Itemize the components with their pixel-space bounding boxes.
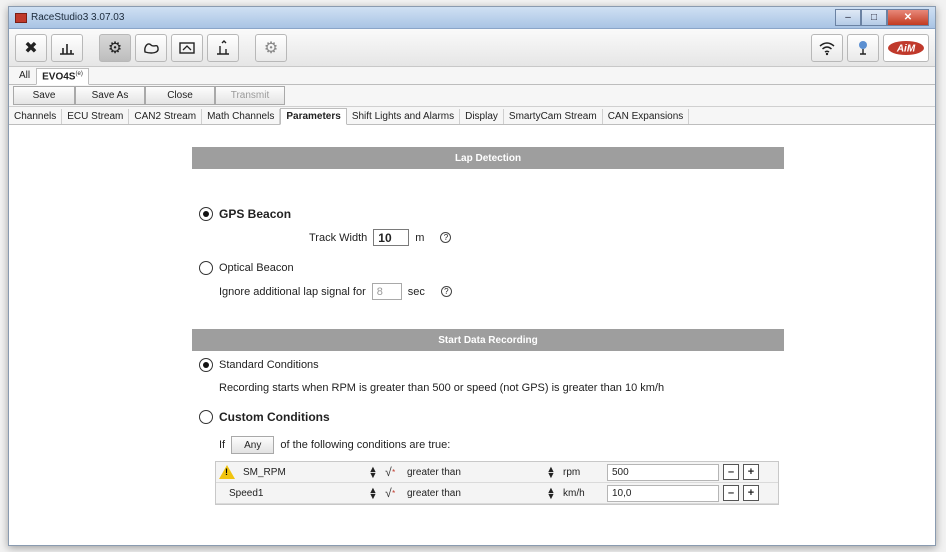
- tools-icon[interactable]: ✖: [15, 33, 47, 62]
- window-title: RaceStudio3 3.07.03: [31, 12, 125, 23]
- conditions-table: SM_RPM ▲▼ √* greater than ▲▼ rpm 500 – +…: [215, 461, 779, 505]
- close-button[interactable]: Close: [145, 86, 215, 105]
- parameters-content: Lap Detection GPS Beacon Track Width 10 …: [9, 129, 935, 545]
- ignore-signal-row: Ignore additional lap signal for 8 sec ?: [219, 283, 452, 300]
- action-bar: Save Save As Close Transmit: [9, 85, 935, 107]
- chart-icon[interactable]: [51, 33, 83, 62]
- network-icon[interactable]: [847, 33, 879, 62]
- condition-row: Speed1 ▲ ▼ √ * greater than ▲ ▼ km/h 10,0 –…: [216, 483, 778, 504]
- standard-conditions-description: Recording starts when RPM is greater tha…: [219, 382, 665, 394]
- section-tabs: Channels ECU Stream CAN2 Stream Math Cha…: [9, 107, 935, 125]
- condition-value[interactable]: 10,0: [607, 484, 719, 502]
- custom-conditions-label: Custom Conditions: [219, 410, 330, 424]
- gps-beacon-radio[interactable]: [199, 207, 213, 221]
- conditions-label: of the following conditions are true:: [280, 439, 451, 451]
- app-icon: [15, 12, 27, 23]
- ignore-signal-label: Ignore additional lap signal for: [219, 285, 366, 298]
- condition-unit: rpm: [563, 466, 581, 478]
- operator-spinner-icon[interactable]: ▲ ▼: [547, 465, 556, 480]
- any-button[interactable]: Any: [231, 436, 275, 454]
- tab-parameters[interactable]: Parameters: [280, 108, 347, 125]
- save-as-button[interactable]: Save As: [75, 86, 145, 105]
- gear-icon[interactable]: ⚙: [99, 33, 131, 62]
- tab-display[interactable]: Display: [460, 109, 504, 124]
- help-icon[interactable]: ?: [440, 232, 452, 243]
- settings-icon[interactable]: ⚙: [255, 33, 287, 62]
- ignore-signal-input[interactable]: 8: [371, 283, 402, 300]
- device-sup: (e): [75, 70, 83, 77]
- track-width-input[interactable]: 10: [373, 229, 410, 246]
- condition-channel[interactable]: SM_RPM: [239, 464, 365, 481]
- standard-conditions-option[interactable]: Standard Conditions: [199, 358, 319, 372]
- wifi-icon[interactable]: [811, 33, 843, 62]
- tab-device[interactable]: EVO4S(e): [36, 67, 89, 85]
- warning-icon: [219, 465, 235, 479]
- custom-conditions-option[interactable]: Custom Conditions: [199, 410, 330, 424]
- optical-beacon-option[interactable]: Optical Beacon: [199, 261, 294, 275]
- channel-spinner-icon[interactable]: ▲ ▼: [369, 486, 378, 501]
- track-icon[interactable]: [135, 33, 167, 62]
- window-controls: – □ ✕: [835, 8, 929, 27]
- minimize-button[interactable]: –: [835, 8, 861, 26]
- add-condition-icon[interactable]: +: [743, 485, 759, 501]
- gps-beacon-option[interactable]: GPS Beacon: [199, 207, 291, 221]
- transmit-button[interactable]: Transmit: [215, 86, 285, 105]
- save-button[interactable]: Save: [13, 86, 75, 105]
- tab-smartycam-stream[interactable]: SmartyCam Stream: [504, 109, 603, 124]
- condition-unit: km/h: [563, 487, 585, 499]
- device-name: EVO4S: [42, 71, 76, 82]
- main-toolbar: ✖ ⚙ ⚙ AiM: [9, 29, 935, 67]
- add-condition-icon[interactable]: +: [743, 464, 759, 480]
- if-any-row: If Any of the following conditions are t…: [219, 436, 450, 454]
- maximize-button[interactable]: □: [861, 8, 887, 26]
- track-width-label: Track Width: [309, 231, 368, 244]
- custom-conditions-radio[interactable]: [199, 410, 213, 424]
- tab-can2-stream[interactable]: CAN2 Stream: [129, 109, 203, 124]
- start-recording-header: Start Data Recording: [192, 329, 784, 351]
- remove-condition-icon[interactable]: –: [723, 485, 739, 501]
- device-tabs: All EVO4S(e): [9, 67, 935, 85]
- tab-can-expansions[interactable]: CAN Expansions: [603, 109, 690, 124]
- condition-row: SM_RPM ▲▼ √* greater than ▲▼ rpm 500 – +: [216, 462, 778, 483]
- lap-detection-header: Lap Detection: [192, 147, 784, 169]
- close-window-button[interactable]: ✕: [887, 8, 929, 26]
- condition-operator[interactable]: greater than: [403, 464, 543, 481]
- tab-math-channels[interactable]: Math Channels: [202, 109, 281, 124]
- function-icon: √ *: [385, 486, 395, 500]
- download-icon[interactable]: [207, 33, 239, 62]
- operator-spinner-icon[interactable]: ▲ ▼: [547, 486, 556, 501]
- aim-logo: AiM: [883, 33, 929, 62]
- remove-condition-icon[interactable]: –: [723, 464, 739, 480]
- optical-beacon-radio[interactable]: [199, 261, 213, 275]
- tab-channels[interactable]: Channels: [9, 109, 63, 124]
- gps-beacon-label: GPS Beacon: [219, 207, 292, 221]
- track-width-unit: m: [415, 231, 425, 244]
- dashboard-icon[interactable]: [171, 33, 203, 62]
- condition-channel[interactable]: Speed1: [225, 485, 365, 502]
- app-window: RaceStudio3 3.07.03 – □ ✕ ✖ ⚙ ⚙ AiM All …: [8, 6, 936, 546]
- svg-text:AiM: AiM: [896, 43, 916, 54]
- tab-shift-lights[interactable]: Shift Lights and Alarms: [347, 109, 461, 124]
- title-bar: RaceStudio3 3.07.03 – □ ✕: [9, 7, 935, 29]
- standard-desc-row: Recording starts when RPM is greater tha…: [219, 382, 664, 394]
- help-icon[interactable]: ?: [440, 286, 452, 297]
- if-label: If: [219, 439, 226, 451]
- standard-conditions-radio[interactable]: [199, 358, 213, 372]
- channel-spinner-icon[interactable]: ▲ ▼: [369, 465, 378, 480]
- ignore-signal-unit: sec: [407, 285, 425, 298]
- track-width-row: Track Width 10 m ?: [309, 229, 452, 246]
- standard-conditions-label: Standard Conditions: [219, 359, 319, 371]
- optical-beacon-label: Optical Beacon: [219, 262, 294, 274]
- tab-ecu-stream[interactable]: ECU Stream: [62, 109, 130, 124]
- function-icon: √ *: [385, 465, 395, 479]
- condition-operator[interactable]: greater than: [403, 485, 543, 502]
- condition-value[interactable]: 500: [607, 463, 719, 481]
- tab-all[interactable]: All: [13, 67, 36, 84]
